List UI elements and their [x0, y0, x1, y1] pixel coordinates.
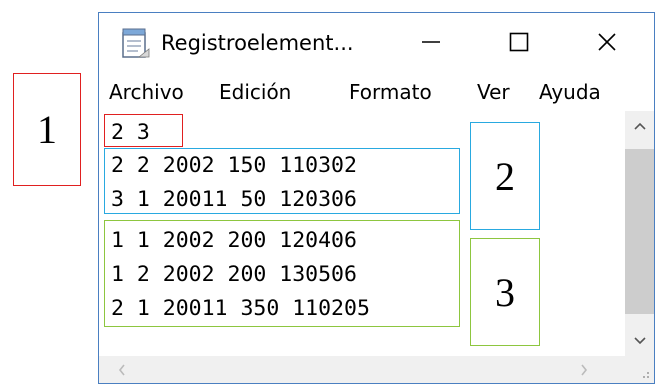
- resize-grip-icon: [643, 372, 649, 378]
- close-icon: [598, 33, 616, 51]
- window-title: Registroelement...: [161, 31, 354, 55]
- maximize-icon: [509, 32, 529, 52]
- highlight-box-green: [104, 220, 460, 327]
- chevron-up-icon: [633, 122, 646, 130]
- minimize-icon: [422, 41, 440, 43]
- annotation-label-3: 3: [470, 238, 540, 346]
- vertical-scrollbar[interactable]: [625, 111, 654, 356]
- menu-bar: Archivo Edición Formato Ver Ayuda: [99, 73, 654, 111]
- menu-formato[interactable]: Formato: [349, 73, 432, 111]
- menu-ayuda[interactable]: Ayuda: [539, 73, 601, 111]
- title-bar[interactable]: Registroelement...: [99, 13, 654, 73]
- vertical-scroll-thumb[interactable]: [625, 149, 654, 314]
- resize-grip[interactable]: [625, 356, 654, 383]
- menu-edicion[interactable]: Edición: [219, 73, 291, 111]
- menu-ver[interactable]: Ver: [477, 73, 510, 111]
- chevron-right-icon: [580, 364, 587, 375]
- highlight-box-red: [104, 114, 183, 147]
- menu-archivo[interactable]: Archivo: [109, 73, 184, 111]
- maximize-button[interactable]: [489, 17, 549, 67]
- horizontal-scrollbar[interactable]: [99, 356, 625, 383]
- annotation-label-1: 1: [13, 73, 81, 186]
- scroll-up-button[interactable]: [625, 111, 654, 141]
- scroll-down-button[interactable]: [625, 326, 654, 356]
- minimize-button[interactable]: [401, 17, 461, 67]
- highlight-box-blue: [104, 148, 460, 214]
- annotation-number-2: 2: [495, 153, 515, 199]
- scroll-right-button[interactable]: [569, 356, 598, 383]
- scroll-left-button[interactable]: [107, 356, 136, 383]
- annotation-number-1: 1: [37, 107, 57, 152]
- chevron-left-icon: [118, 364, 125, 375]
- annotation-number-3: 3: [495, 269, 515, 315]
- chevron-down-icon: [633, 337, 646, 345]
- annotation-label-2: 2: [470, 122, 540, 230]
- notepad-icon: [119, 27, 151, 59]
- close-button[interactable]: [577, 17, 637, 67]
